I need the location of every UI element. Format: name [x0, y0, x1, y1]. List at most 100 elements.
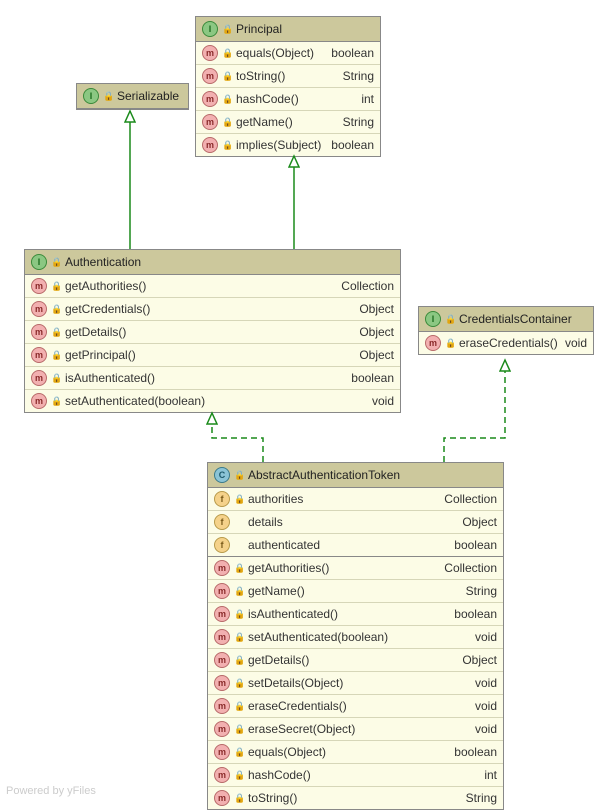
method-icon: m	[31, 278, 47, 294]
lock-icon	[234, 540, 244, 550]
method-icon: m	[31, 393, 47, 409]
member-type: Collection	[341, 279, 394, 293]
field-icon: f	[214, 537, 230, 553]
member-name: setDetails(Object)	[248, 676, 471, 690]
lock-icon: 🔒	[234, 586, 244, 596]
member-type: Object	[359, 348, 394, 362]
lock-icon: 🔒	[234, 470, 244, 480]
interface-icon: I	[202, 21, 218, 37]
member-type: int	[361, 92, 374, 106]
member-name: getDetails()	[248, 653, 458, 667]
member-row: m 🔒 getName() String	[196, 111, 380, 134]
method-icon: m	[214, 767, 230, 783]
lock-icon: 🔒	[234, 770, 244, 780]
lock-icon: 🔒	[234, 494, 244, 504]
lock-icon: 🔒	[234, 609, 244, 619]
member-name: getCredentials()	[65, 302, 355, 316]
class-header: C 🔒 AbstractAuthenticationToken	[208, 463, 503, 488]
member-row: m 🔒 setAuthenticated(boolean) void	[25, 390, 400, 412]
member-type: Object	[359, 325, 394, 339]
member-name: isAuthenticated()	[248, 607, 450, 621]
lock-icon: 🔒	[103, 91, 113, 101]
member-row: m 🔒 eraseSecret(Object) void	[208, 718, 503, 741]
member-type: Collection	[444, 561, 497, 575]
member-name: eraseCredentials()	[248, 699, 471, 713]
class-serializable[interactable]: I 🔒 Serializable	[76, 83, 189, 110]
class-name: Principal	[236, 22, 282, 36]
member-row: m 🔒 hashCode() int	[208, 764, 503, 787]
member-type: void	[565, 336, 587, 350]
member-name: getAuthorities()	[65, 279, 337, 293]
member-type: boolean	[331, 46, 374, 60]
interface-icon: I	[31, 254, 47, 270]
member-row: m 🔒 getDetails() Object	[208, 649, 503, 672]
method-icon: m	[214, 675, 230, 691]
lock-icon: 🔒	[234, 747, 244, 757]
class-authentication[interactable]: I 🔒 Authentication m 🔒 getAuthorities() …	[24, 249, 401, 413]
member-type: boolean	[454, 538, 497, 552]
member-type: void	[372, 394, 394, 408]
member-name: eraseSecret(Object)	[248, 722, 471, 736]
class-abstractauthenticationtoken[interactable]: C 🔒 AbstractAuthenticationToken f 🔒 auth…	[207, 462, 504, 810]
lock-icon: 🔒	[234, 632, 244, 642]
class-header: I 🔒 Authentication	[25, 250, 400, 275]
class-credentialscontainer[interactable]: I 🔒 CredentialsContainer m 🔒 eraseCreden…	[418, 306, 594, 355]
member-row: m 🔒 hashCode() int	[196, 88, 380, 111]
interface-icon: I	[425, 311, 441, 327]
method-icon: m	[214, 698, 230, 714]
lock-icon: 🔒	[445, 314, 455, 324]
lock-icon: 🔒	[51, 373, 61, 383]
method-icon: m	[214, 629, 230, 645]
member-name: hashCode()	[248, 768, 480, 782]
class-header: I 🔒 Principal	[196, 17, 380, 42]
lock-icon: 🔒	[222, 71, 232, 81]
method-icon: m	[214, 652, 230, 668]
member-type: String	[343, 69, 374, 83]
method-icon: m	[31, 301, 47, 317]
lock-icon: 🔒	[222, 94, 232, 104]
member-name: authorities	[248, 492, 440, 506]
method-icon: m	[214, 606, 230, 622]
footer-credit: Powered by yFiles	[6, 785, 96, 797]
member-row: m 🔒 setAuthenticated(boolean) void	[208, 626, 503, 649]
member-name: getName()	[248, 584, 462, 598]
member-name: hashCode()	[236, 92, 357, 106]
member-row: m 🔒 eraseCredentials() void	[419, 332, 593, 354]
method-icon: m	[214, 744, 230, 760]
class-header: I 🔒 CredentialsContainer	[419, 307, 593, 332]
lock-icon: 🔒	[51, 350, 61, 360]
member-name: eraseCredentials()	[459, 336, 561, 350]
member-name: equals(Object)	[248, 745, 450, 759]
member-row: m 🔒 getAuthorities() Collection	[25, 275, 400, 298]
method-icon: m	[214, 790, 230, 806]
class-principal[interactable]: I 🔒 Principal m 🔒 equals(Object) boolean…	[195, 16, 381, 157]
class-header: I 🔒 Serializable	[77, 84, 188, 109]
member-name: authenticated	[248, 538, 450, 552]
method-icon: m	[202, 91, 218, 107]
interface-icon: I	[83, 88, 99, 104]
member-row: m 🔒 setDetails(Object) void	[208, 672, 503, 695]
member-name: implies(Subject)	[236, 138, 327, 152]
lock-icon: 🔒	[222, 24, 232, 34]
method-icon: m	[214, 560, 230, 576]
member-row: f 🔒 authorities Collection	[208, 488, 503, 511]
member-type: void	[475, 699, 497, 713]
member-row: m 🔒 getName() String	[208, 580, 503, 603]
member-name: isAuthenticated()	[65, 371, 347, 385]
member-type: boolean	[454, 745, 497, 759]
member-row: m 🔒 eraseCredentials() void	[208, 695, 503, 718]
lock-icon: 🔒	[51, 257, 61, 267]
member-row: m 🔒 getAuthorities() Collection	[208, 557, 503, 580]
member-row: m 🔒 getPrincipal() Object	[25, 344, 400, 367]
member-row: m 🔒 isAuthenticated() boolean	[208, 603, 503, 626]
member-type: int	[484, 768, 497, 782]
lock-icon	[234, 517, 244, 527]
member-name: getName()	[236, 115, 339, 129]
lock-icon: 🔒	[234, 563, 244, 573]
method-icon: m	[214, 583, 230, 599]
member-row: m 🔒 isAuthenticated() boolean	[25, 367, 400, 390]
method-icon: m	[202, 137, 218, 153]
lock-icon: 🔒	[51, 304, 61, 314]
member-type: String	[466, 584, 497, 598]
class-name: Authentication	[65, 255, 141, 269]
